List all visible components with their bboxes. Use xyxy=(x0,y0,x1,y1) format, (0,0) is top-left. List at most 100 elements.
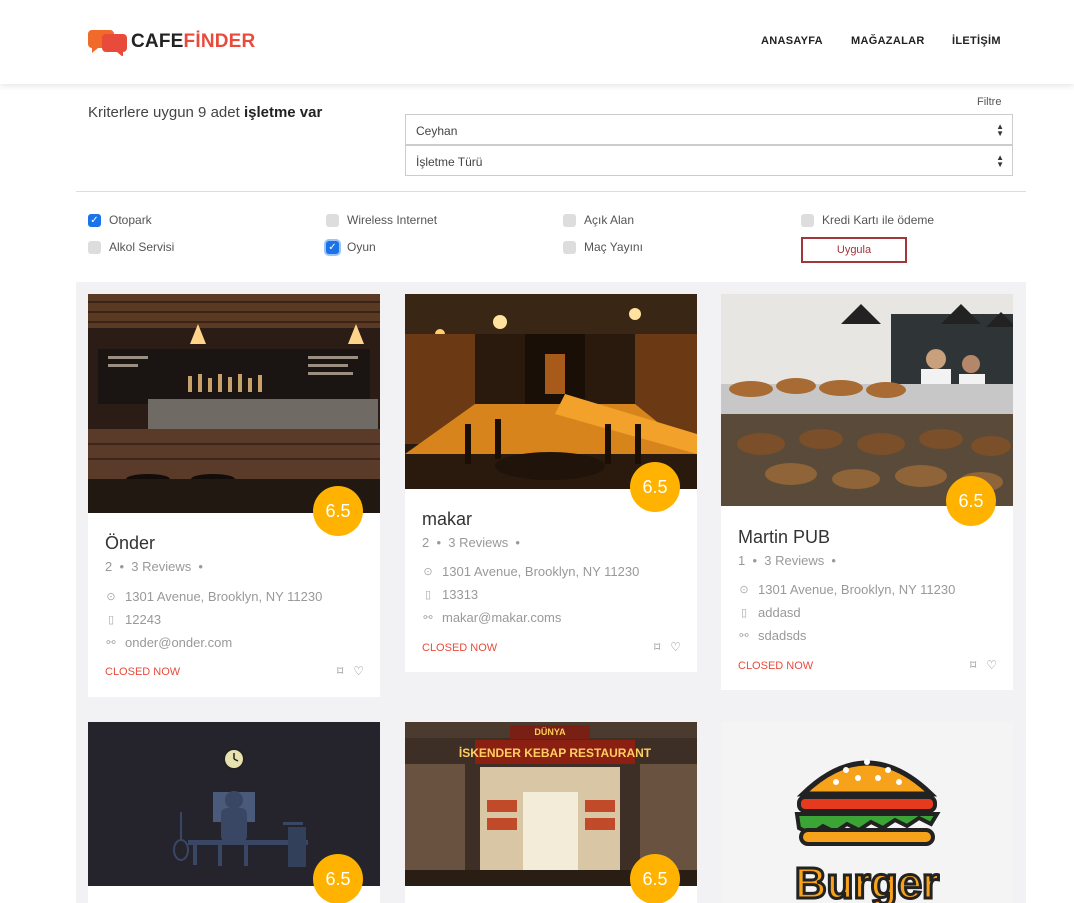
phone-icon: ▯ xyxy=(424,589,432,601)
status-badge: CLOSED NOW xyxy=(422,642,498,654)
email-row: ⚯ onder@onder.com xyxy=(105,635,232,650)
checkbox-acik-alan[interactable]: Açık Alan xyxy=(563,213,634,227)
bookmark-icon[interactable]: ⌑ xyxy=(654,640,660,654)
nav-home[interactable]: ANASAYFA xyxy=(761,35,823,47)
checkbox-mac-yayini[interactable]: Maç Yayını xyxy=(563,240,643,254)
venue-name[interactable]: Martin PUB xyxy=(738,527,830,548)
email[interactable]: makar@makar.coms xyxy=(442,610,561,625)
header: CAFEFİNDER ANASAYFA MAĞAZALAR İLETİŞİM xyxy=(0,0,1074,84)
phone-icon: ▯ xyxy=(740,607,748,619)
location-pin-icon: ⊙ xyxy=(739,584,749,596)
card-actions: ⌑ ♡ xyxy=(970,658,997,672)
link-icon: ⚯ xyxy=(423,612,433,624)
venue-name[interactable]: makar xyxy=(422,509,472,530)
bookmark-icon[interactable]: ⌑ xyxy=(337,664,343,678)
venue-meta: 2 • 3 Reviews • xyxy=(422,535,520,550)
phone: addasd xyxy=(758,605,801,620)
venue-card[interactable]: Burger xyxy=(721,722,1013,903)
bookmark-icon[interactable]: ⌑ xyxy=(970,658,976,672)
checkbox-otopark[interactable]: ✓ Otopark xyxy=(88,213,152,227)
rating-badge: 6.5 xyxy=(630,462,680,512)
brand-part2: FİNDER xyxy=(183,31,256,52)
heart-icon[interactable]: ♡ xyxy=(670,640,681,654)
checkbox-alkol-servisi[interactable]: Alkol Servisi xyxy=(88,240,174,254)
address: 1301 Avenue, Brooklyn, NY 11230 xyxy=(442,564,640,579)
reviews-count[interactable]: 3 Reviews xyxy=(448,535,508,550)
link-icon: ⚯ xyxy=(106,637,116,649)
review-score: 1 xyxy=(738,553,746,568)
venue-meta: 1 • 3 Reviews • xyxy=(738,553,836,568)
checkbox-box[interactable]: ✓ xyxy=(88,213,101,227)
venue-card[interactable]: 6.5 xyxy=(88,722,380,903)
checkbox-box[interactable] xyxy=(326,213,339,227)
checkbox-label: Oyun xyxy=(347,240,376,254)
select-arrows-icon: ▲ ▼ xyxy=(996,153,1004,169)
checkbox-box[interactable]: ✓ xyxy=(326,240,339,254)
checkbox-label: Wireless Internet xyxy=(347,213,438,227)
address-row: ⊙ 1301 Avenue, Brooklyn, NY 11230 xyxy=(105,589,322,604)
restaurant-sign-text: İSKENDER KEBAP RESTAURANT xyxy=(459,745,652,760)
venue-card[interactable]: 6.5 Önder 2 • 3 Reviews • ⊙ 1301 Avenue, … xyxy=(88,294,380,697)
pub-interior-photo xyxy=(405,294,697,489)
burger-logo: Burger xyxy=(721,722,1013,903)
card-actions: ⌑ ♡ xyxy=(337,664,364,678)
nav-contact[interactable]: İLETİŞİM xyxy=(952,35,1001,47)
checkbox-box[interactable] xyxy=(563,240,576,254)
apply-button[interactable]: Uygula xyxy=(801,237,907,263)
phone-row: ▯ 12243 xyxy=(105,612,161,627)
heart-icon[interactable]: ♡ xyxy=(353,664,364,678)
rating-badge: 6.5 xyxy=(630,854,680,903)
status-badge: CLOSED NOW xyxy=(738,660,814,672)
address: 1301 Avenue, Brooklyn, NY 11230 xyxy=(125,589,323,604)
phone-icon: ▯ xyxy=(107,614,115,626)
results-suffix: işletme var xyxy=(243,104,323,121)
venue-meta: 2 • 3 Reviews • xyxy=(105,559,203,574)
reviews-count[interactable]: 3 Reviews xyxy=(131,559,191,574)
heart-icon[interactable]: ♡ xyxy=(986,658,997,672)
filter-label: Filtre xyxy=(977,96,1002,108)
venue-card[interactable]: 6.5 makar 2 • 3 Reviews • ⊙ 1301 Avenue, … xyxy=(405,294,697,672)
divider xyxy=(76,191,1026,192)
logo[interactable]: CAFEFİNDER xyxy=(88,28,255,56)
review-score: 2 xyxy=(422,535,430,550)
phone-row: ▯ 13313 xyxy=(422,587,478,602)
results-count: Kriterlere uygun 9 adet işletme var xyxy=(88,104,322,121)
burger-logo-text: Burger xyxy=(795,859,939,903)
city-select[interactable]: Ceyhan ▲ ▼ xyxy=(405,114,1013,145)
card-actions: ⌑ ♡ xyxy=(654,640,681,654)
brand-part1: CAFE xyxy=(131,31,184,52)
sign-top-text: DÜNYA xyxy=(534,727,566,737)
phone-row: ▯ addasd xyxy=(738,605,801,620)
checkbox-oyun[interactable]: ✓ Oyun xyxy=(326,240,376,254)
review-score: 2 xyxy=(105,559,113,574)
status-badge: CLOSED NOW xyxy=(105,666,181,678)
select-arrows-icon: ▲ ▼ xyxy=(996,122,1004,138)
address: 1301 Avenue, Brooklyn, NY 11230 xyxy=(758,582,956,597)
checkbox-box[interactable] xyxy=(563,213,576,227)
checkbox-box[interactable] xyxy=(801,213,814,227)
location-pin-icon: ⊙ xyxy=(106,591,116,603)
email-row: ⚯ makar@makar.coms xyxy=(422,610,561,625)
checkbox-label: Kredi Kartı ile ödeme xyxy=(822,213,935,227)
address-row: ⊙ 1301 Avenue, Brooklyn, NY 11230 xyxy=(738,582,955,597)
venue-card[interactable]: 6.5 Martin PUB 1 • 3 Reviews • ⊙ 1301 Ave… xyxy=(721,294,1013,690)
email[interactable]: sdadsds xyxy=(758,628,806,643)
checkbox-kredi-karti[interactable]: Kredi Kartı ile ödeme xyxy=(801,213,934,227)
email[interactable]: onder@onder.com xyxy=(125,635,232,650)
venue-name[interactable]: Önder xyxy=(105,533,155,554)
reviews-count[interactable]: 3 Reviews xyxy=(764,553,824,568)
link-icon: ⚯ xyxy=(739,630,749,642)
venue-card[interactable]: DÜNYA İSKENDER KEBAP RESTAURANT 6.5 xyxy=(405,722,697,903)
checkbox-label: Maç Yayını xyxy=(584,240,643,254)
business-type-select[interactable]: İşletme Türü ▲ ▼ xyxy=(405,145,1013,176)
checkbox-label: Otopark xyxy=(109,213,152,227)
phone: 13313 xyxy=(442,587,479,602)
checkbox-box[interactable] xyxy=(88,240,101,254)
email-row: ⚯ sdadsds xyxy=(738,628,806,643)
checkbox-wireless-internet[interactable]: Wireless Internet xyxy=(326,213,437,227)
rating-badge: 6.5 xyxy=(946,476,996,526)
checkbox-label: Açık Alan xyxy=(584,213,635,227)
location-pin-icon: ⊙ xyxy=(423,566,433,578)
checkbox-label: Alkol Servisi xyxy=(109,240,175,254)
nav-stores[interactable]: MAĞAZALAR xyxy=(851,35,925,47)
